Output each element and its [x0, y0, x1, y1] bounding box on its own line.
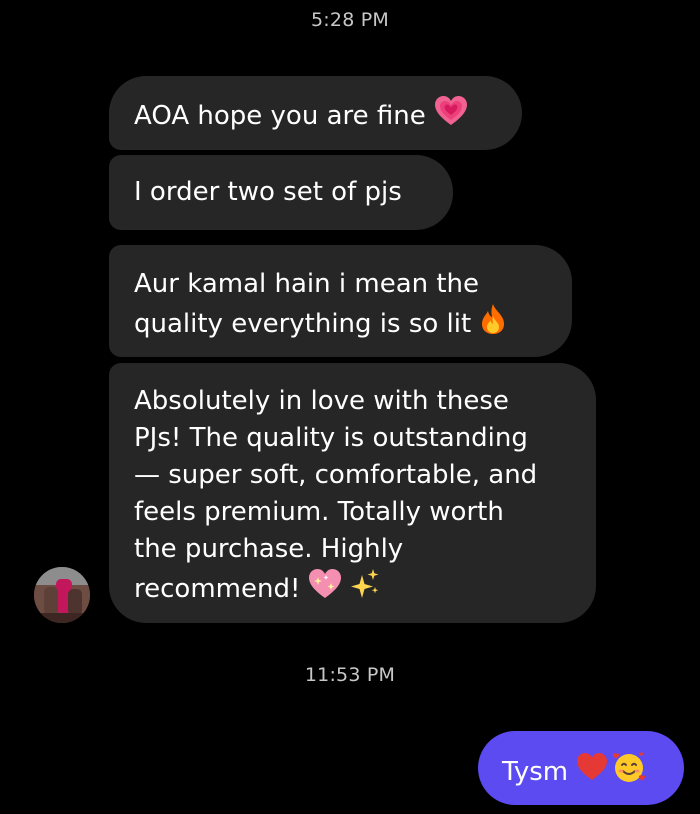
growing-heart-emoji [434, 95, 468, 138]
message-timestamp: 11:53 PM [304, 664, 396, 686]
message-text-line: quality everything is so lit [134, 303, 572, 346]
message-text-line: feels premium. Totally worth [134, 497, 504, 527]
red-heart-emoji [576, 752, 608, 793]
outgoing-message-bubble[interactable]: Tysm [478, 731, 684, 805]
profile-photo [34, 567, 90, 623]
message-text-line: Aur kamal hain i mean the [134, 269, 480, 299]
incoming-message-bubble[interactable]: I order two set of pjs [109, 155, 453, 230]
message-timestamp: 5:28 PM [311, 9, 389, 31]
incoming-message-bubble[interactable]: AOA hope you are fine [109, 76, 522, 150]
message-text: I order two set of pjs [134, 177, 402, 207]
fire-emoji [479, 303, 507, 346]
avatar[interactable] [34, 567, 90, 623]
message-text: AOA hope you are fine [134, 101, 426, 131]
sparkling-heart-emoji [308, 568, 342, 611]
message-text: quality everything is so lit [134, 309, 472, 339]
message-text-line: Absolutely in love with these [134, 386, 509, 416]
incoming-message-bubble[interactable]: Aur kamal hain i mean the quality everyt… [109, 245, 572, 357]
message-text-line: PJs! The quality is outstanding [134, 423, 528, 453]
message-text-line: — super soft, comfortable, and [134, 460, 538, 490]
sparkles-emoji [350, 568, 380, 611]
incoming-message-bubble[interactable]: Absolutely in love with these PJs! The q… [109, 363, 596, 623]
message-text-line: recommend! [134, 568, 596, 611]
message-text-line: the purchase. Highly [134, 534, 404, 564]
message-text: recommend! [134, 574, 301, 604]
message-text: Tysm [502, 757, 569, 787]
smiling-face-with-hearts-emoji [612, 750, 646, 795]
